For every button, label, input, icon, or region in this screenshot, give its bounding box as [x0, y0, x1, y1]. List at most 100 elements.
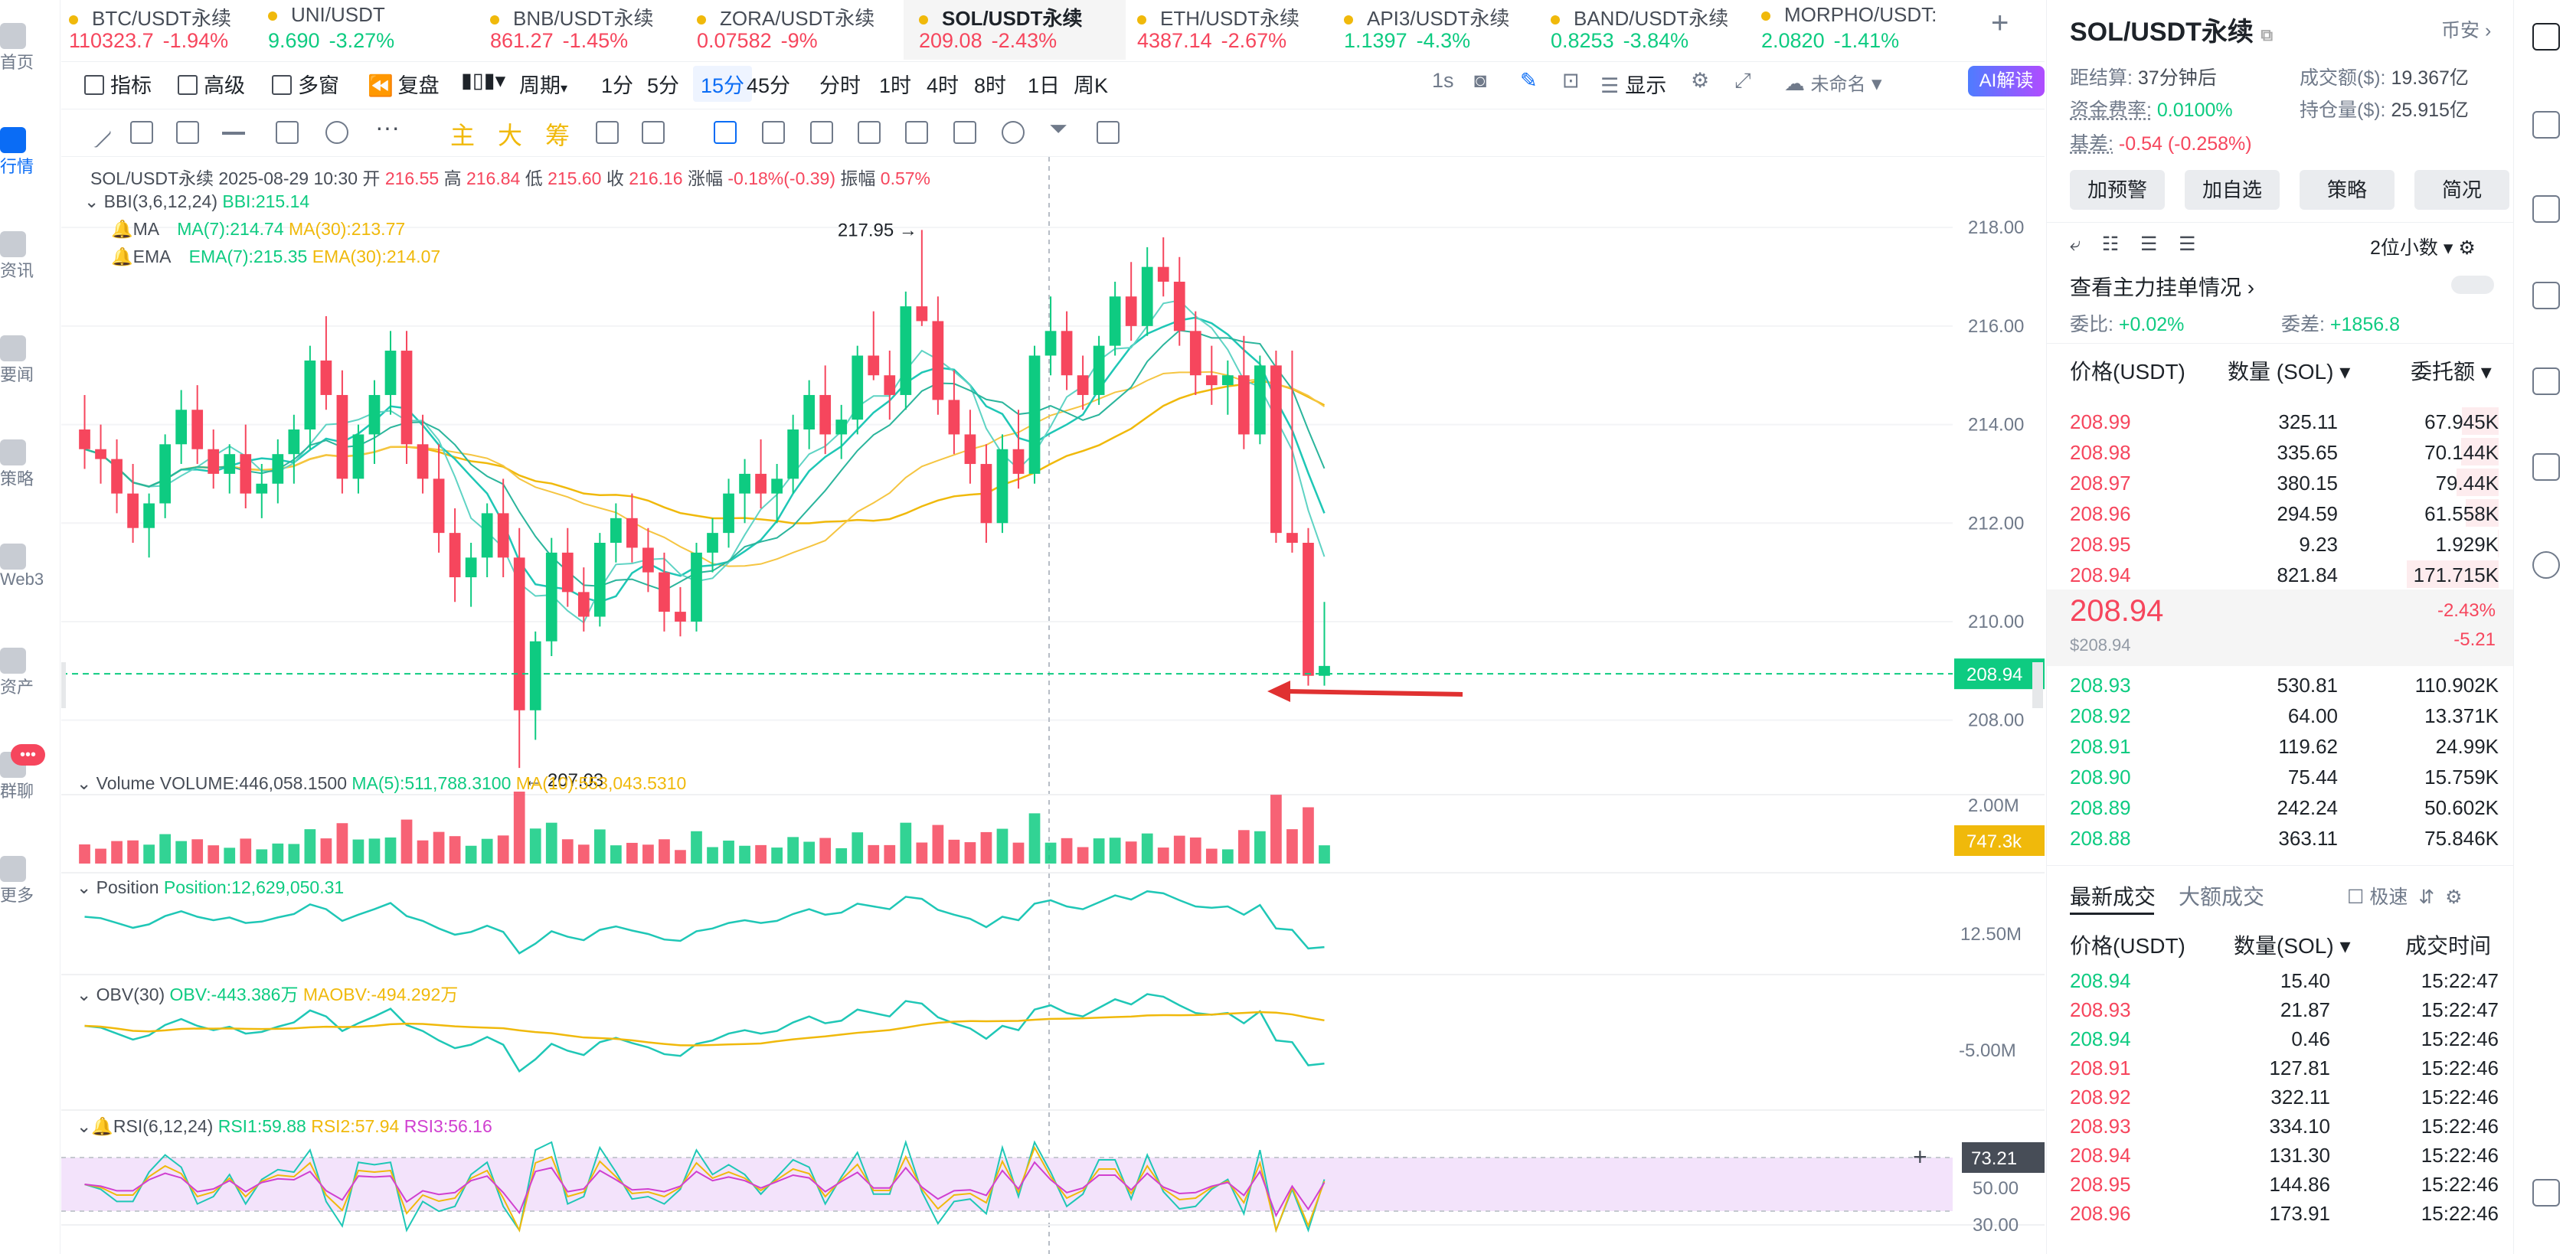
candle[interactable]: [1189, 311, 1201, 395]
bid-row[interactable]: 208.88 363.11 75.846K: [2070, 822, 2499, 853]
candle[interactable]: [497, 478, 509, 578]
transfer-icon[interactable]: [2532, 551, 2560, 579]
candle[interactable]: [964, 410, 976, 484]
channel-tool-icon[interactable]: [176, 121, 199, 144]
candle[interactable]: [433, 444, 445, 553]
candle[interactable]: [852, 345, 864, 435]
candle[interactable]: [900, 291, 912, 410]
candle[interactable]: [1173, 256, 1185, 346]
fullscreen-icon[interactable]: ⤢: [1734, 69, 1751, 93]
ob-header-qty[interactable]: 数量 (SOL) ▾: [2228, 355, 2350, 386]
ticker-tab[interactable]: ETH/USDT永续 4387.14 -2.67%: [1137, 0, 1332, 60]
fast-mode-checkbox[interactable]: ☐ 极速 ⇵ ⚙: [2347, 882, 2463, 909]
interval-4[interactable]: 分时: [819, 69, 861, 99]
ask-row[interactable]: 208.94 821.84 171.715K: [2070, 559, 2499, 589]
candle[interactable]: [1093, 335, 1105, 405]
interval-5[interactable]: 1时: [879, 69, 911, 99]
candle[interactable]: [642, 527, 654, 593]
nav-more[interactable]: 更多: [0, 856, 60, 906]
candle[interactable]: [626, 493, 638, 563]
nav-headline[interactable]: 要闻: [0, 335, 60, 386]
ticker-tab[interactable]: BAND/USDT永续 0.8253 -3.84%: [1551, 0, 1746, 60]
candle[interactable]: [932, 296, 944, 415]
candle[interactable]: [1061, 311, 1073, 390]
filter-icon[interactable]: ⏷: [1049, 116, 1067, 142]
nav-web3[interactable]: Web3: [0, 544, 60, 589]
trash-icon[interactable]: [1097, 121, 1120, 144]
candle[interactable]: [723, 478, 734, 548]
candle[interactable]: [529, 631, 541, 740]
ask-row[interactable]: 208.98 335.65 70.144K: [2070, 436, 2499, 467]
interval-1[interactable]: 5分: [647, 69, 679, 99]
ray-tool-icon[interactable]: [222, 132, 245, 135]
candle[interactable]: [1157, 237, 1169, 297]
bid-row[interactable]: 208.91 119.62 24.99K: [2070, 730, 2499, 761]
candle[interactable]: [208, 429, 220, 489]
copy-tool-icon[interactable]: [714, 121, 737, 144]
more-tools-icon[interactable]: ···: [375, 113, 400, 142]
main-orders-toggle[interactable]: [2451, 276, 2494, 294]
bid-row[interactable]: 208.93 530.81 110.902K: [2070, 669, 2499, 700]
candle[interactable]: [336, 370, 348, 494]
ask-row[interactable]: 208.95 9.23 1.929K: [2070, 528, 2499, 559]
orderbook-view-icons[interactable]: ⤶ ☷ ☰ ☰: [2070, 233, 2196, 256]
bell-icon[interactable]: 🔔: [91, 1116, 113, 1136]
candle[interactable]: [545, 537, 557, 656]
period-dropdown[interactable]: 周期▾: [519, 69, 567, 99]
candle[interactable]: [1270, 351, 1282, 543]
collapse-icon[interactable]: ⌄: [77, 773, 91, 793]
ruler-tool-icon[interactable]: [762, 121, 785, 144]
layout-icon[interactable]: [2532, 1179, 2560, 1207]
right-collapse-handle[interactable]: [2032, 662, 2043, 708]
camera-icon[interactable]: ◙: [1474, 69, 1486, 93]
indicators-button[interactable]: 指标: [84, 69, 152, 99]
analytics-icon[interactable]: [2532, 367, 2560, 395]
measure-tool-icon[interactable]: [325, 121, 348, 144]
nav-strategy[interactable]: 策略: [0, 439, 60, 490]
interval-0[interactable]: 1分: [601, 69, 633, 99]
main-orders-link[interactable]: 查看主力挂单情况 ›: [2070, 271, 2254, 302]
candle[interactable]: [513, 527, 525, 769]
candle[interactable]: [1141, 247, 1153, 336]
chart-type-button[interactable]: ▮▯▮▾: [461, 69, 505, 93]
link-tool-icon[interactable]: [1002, 121, 1025, 144]
settings-icon[interactable]: ⚙: [1691, 69, 1709, 93]
candle[interactable]: [916, 230, 928, 326]
candle[interactable]: [659, 552, 670, 632]
interval-3[interactable]: 45分: [747, 69, 790, 99]
ticker-tab[interactable]: API3/USDT永续 1.1397 -4.3%: [1344, 0, 1539, 60]
candle[interactable]: [400, 331, 413, 465]
orderbook-icon[interactable]: [2532, 23, 2560, 51]
candle[interactable]: [175, 390, 188, 465]
left-collapse-handle[interactable]: [61, 662, 66, 708]
action-button-1[interactable]: 加自选: [2185, 170, 2280, 210]
bell-icon[interactable]: 🔔: [111, 219, 133, 239]
bid-row[interactable]: 208.92 64.00 13.371K: [2070, 700, 2499, 730]
ai-interpret-button[interactable]: AI解读: [1968, 66, 2045, 96]
candle[interactable]: [739, 459, 750, 524]
advanced-button[interactable]: 高级: [178, 69, 245, 99]
layout-icon[interactable]: ⊡: [1562, 69, 1580, 93]
ticker-tab[interactable]: MORPHO/USDT: 2.0820 -1.41%: [1761, 0, 1957, 60]
candle[interactable]: [884, 351, 896, 420]
candle[interactable]: [691, 543, 702, 632]
interval-9[interactable]: 周K: [1074, 69, 1108, 99]
nav-news[interactable]: 资讯: [0, 231, 60, 282]
main-chart-toggle[interactable]: 主: [450, 116, 475, 152]
multi-window-button[interactable]: 多窗: [272, 69, 339, 99]
collapse-icon[interactable]: ⌄: [77, 1116, 91, 1136]
candle[interactable]: [224, 444, 236, 494]
big-order-toggle[interactable]: 大: [498, 116, 522, 152]
nav-market[interactable]: 行情: [0, 127, 60, 178]
candle[interactable]: [835, 404, 848, 459]
interval-8[interactable]: 1日: [1028, 69, 1060, 99]
hline-tool-icon[interactable]: [130, 121, 153, 144]
dollar-icon[interactable]: [2532, 195, 2560, 223]
candle[interactable]: [1028, 345, 1041, 484]
ask-row[interactable]: 208.99 325.11 67.945K: [2070, 406, 2499, 436]
rectangle-tool-icon[interactable]: [276, 121, 299, 144]
ask-row[interactable]: 208.97 380.15 79.44K: [2070, 467, 2499, 498]
candle[interactable]: [1125, 262, 1137, 341]
chip-toggle[interactable]: 筹: [545, 116, 570, 152]
bid-row[interactable]: 208.90 75.44 15.759K: [2070, 761, 2499, 792]
